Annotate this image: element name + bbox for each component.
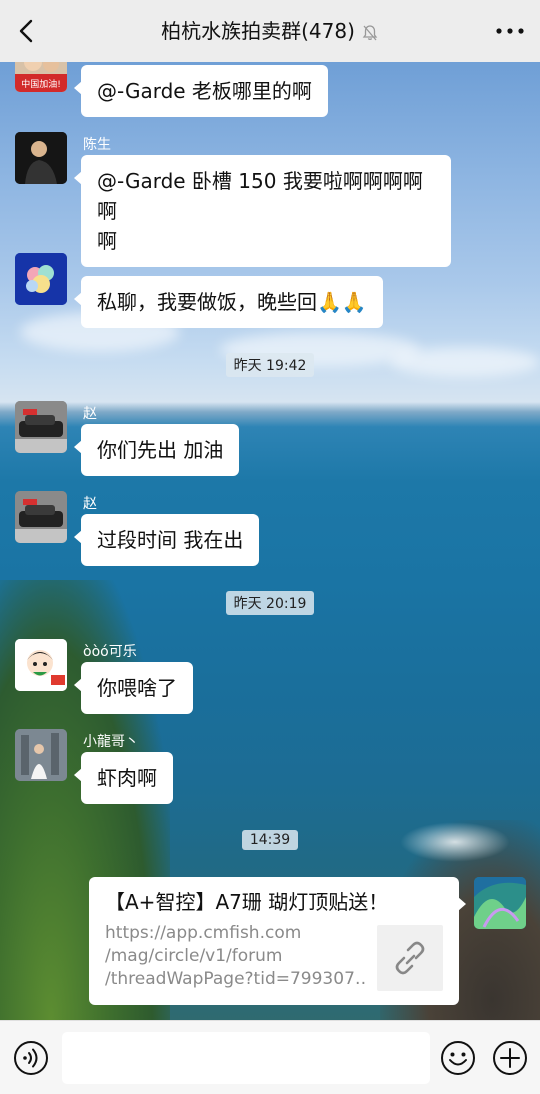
message-text: 你喂啥了: [97, 676, 177, 700]
message-input[interactable]: [62, 1032, 430, 1084]
avatar[interactable]: [15, 132, 67, 184]
message-bubble[interactable]: 你喂啥了: [74, 662, 193, 714]
background-wave: [400, 822, 510, 862]
link-title: 【A+智控】A7珊 瑚灯顶贴送！: [105, 890, 389, 914]
avatar[interactable]: [15, 253, 67, 305]
emoji-button[interactable]: [440, 1040, 476, 1076]
sender-name: 赵: [83, 406, 97, 422]
message-bubble[interactable]: @-Garde 老板哪里的啊: [74, 65, 328, 117]
background-cloud: [390, 347, 540, 377]
link-url-line: /threadWapPage?tid=799307…: [105, 969, 365, 989]
chat-area[interactable]: 中国加油! @-Garde 老板哪里的啊 陈生 @-Garde 卧槽 150 我…: [0, 62, 540, 1020]
message-bubble[interactable]: 过段时间 我在出: [73, 514, 260, 566]
chat-title: 柏杭水族拍卖群(478): [0, 0, 540, 62]
plus-circle-icon: [493, 1041, 527, 1075]
svg-text:中国加油!: 中国加油!: [21, 78, 61, 90]
group-name: 柏杭水族拍卖群(478): [161, 19, 355, 43]
message-text: 啊: [97, 229, 117, 253]
more-dots-icon: [496, 28, 524, 34]
bell-off-icon: [362, 24, 378, 40]
message-bubble[interactable]: @-Garde 卧槽 150 我要啦啊啊啊啊啊 啊: [74, 155, 451, 267]
avatar[interactable]: [15, 401, 67, 453]
message-text: 你们先出 加油: [97, 438, 224, 462]
message-text: 过段时间 我在出: [97, 528, 244, 552]
sender-name: 陈生: [83, 137, 111, 153]
link-icon: [395, 941, 425, 975]
emoji-icon: [441, 1041, 475, 1075]
voice-icon: [14, 1041, 48, 1075]
message-bubble[interactable]: 虾肉啊: [74, 752, 173, 804]
link-url-line: https://app.cmfish.com: [105, 923, 302, 943]
link-thumbnail: [377, 925, 443, 991]
message-text: @-Garde 卧槽 150 我要啦啊啊啊啊啊: [97, 169, 423, 223]
message-bubble[interactable]: 私聊，我要做饭，晚些回🙏🙏: [74, 276, 383, 328]
avatar[interactable]: [15, 491, 67, 543]
avatar[interactable]: [15, 729, 67, 781]
sender-name: -Garde: [83, 255, 132, 271]
sender-name: 小龍哥丶: [83, 734, 139, 750]
avatar[interactable]: 中国加油!: [15, 62, 67, 92]
message-text: @-Garde 老板哪里的啊: [97, 79, 312, 103]
sender-name: 赵: [83, 496, 97, 512]
plus-button[interactable]: [492, 1040, 528, 1076]
more-options-button[interactable]: [490, 16, 530, 46]
chat-header: 柏杭水族拍卖群(478): [0, 0, 540, 62]
message-text: 私聊，我要做饭，晚些回🙏🙏: [97, 290, 367, 314]
message-text: 虾肉啊: [97, 766, 157, 790]
avatar[interactable]: [15, 639, 67, 691]
sender-name: òòó可乐: [83, 644, 137, 660]
input-bar: [0, 1020, 540, 1094]
voice-button[interactable]: [13, 1040, 49, 1076]
my-avatar[interactable]: [474, 877, 526, 929]
link-url-line: /mag/circle/v1/forum: [105, 946, 283, 966]
message-bubble[interactable]: 你们先出 加油: [73, 424, 240, 476]
link-message-card[interactable]: 【A+智控】A7珊 瑚灯顶贴送！ https://app.cmfish.com …: [89, 877, 466, 1005]
